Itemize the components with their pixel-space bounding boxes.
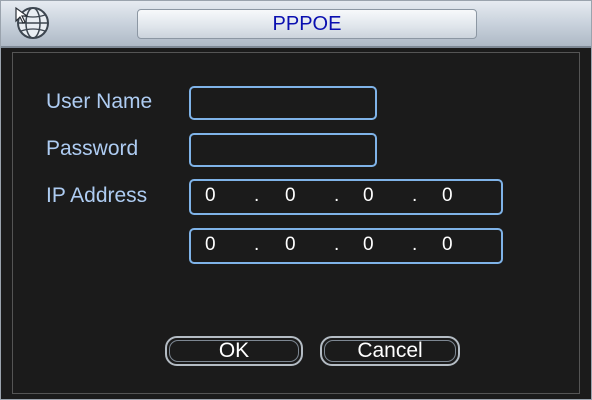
- ip-separator: .: [254, 185, 260, 206]
- cancel-button[interactable]: Cancel: [320, 336, 460, 366]
- ip2-octet-3[interactable]: 0: [363, 234, 374, 256]
- ip2-octet-2[interactable]: 0: [285, 234, 296, 256]
- ip-octet-3[interactable]: 0: [363, 185, 374, 207]
- dialog-title: PPPOE: [137, 9, 477, 39]
- ip-octet-2[interactable]: 0: [285, 185, 296, 207]
- ip-separator: .: [254, 234, 260, 255]
- ip-separator: .: [412, 234, 418, 255]
- ip-octet-4[interactable]: 0: [442, 185, 453, 207]
- ip-address-input-2[interactable]: 0 . 0 . 0 . 0: [189, 228, 503, 264]
- username-input[interactable]: [189, 86, 377, 120]
- ip-address-input[interactable]: 0 . 0 . 0 . 0: [189, 179, 503, 215]
- ok-button[interactable]: OK: [165, 336, 303, 366]
- ip-octet-1[interactable]: 0: [205, 185, 216, 207]
- ip2-octet-1[interactable]: 0: [205, 234, 216, 256]
- ip-separator: .: [334, 234, 340, 255]
- globe-cursor-icon: [15, 6, 49, 39]
- password-input[interactable]: [189, 133, 377, 167]
- pppoe-dialog: PPPOE User Name Password IP Address 0 . …: [0, 0, 592, 400]
- username-label: User Name: [46, 90, 153, 113]
- form-panel: User Name Password IP Address 0 . 0 . 0 …: [12, 52, 580, 394]
- title-bar: PPPOE: [1, 1, 591, 48]
- ip-separator: .: [412, 185, 418, 206]
- ip-address-label: IP Address: [46, 184, 148, 207]
- ip2-octet-4[interactable]: 0: [442, 234, 453, 256]
- password-label: Password: [46, 137, 139, 160]
- ip-separator: .: [334, 185, 340, 206]
